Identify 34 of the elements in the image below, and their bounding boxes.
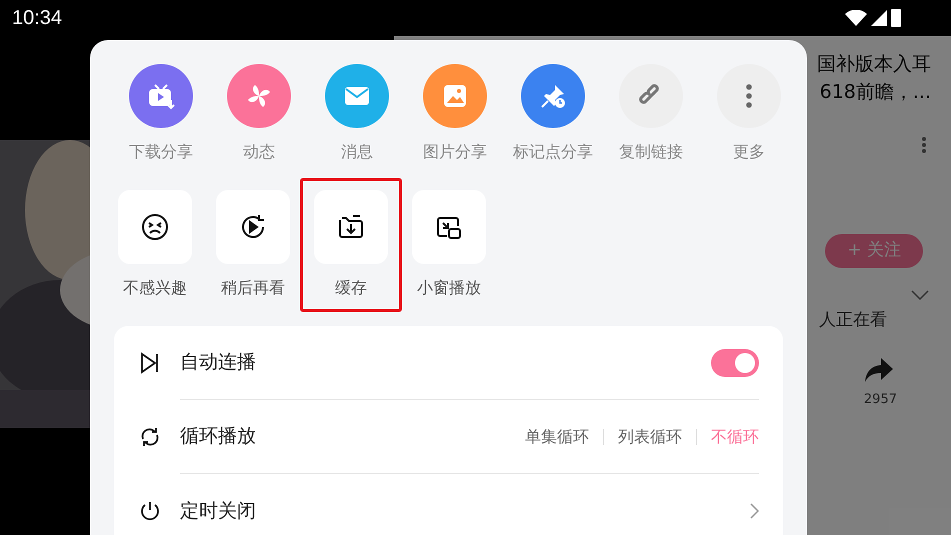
- share-target[interactable]: 复制链接: [602, 64, 700, 164]
- action-button[interactable]: 不感兴趣: [118, 190, 192, 300]
- toggle-switch[interactable]: [711, 348, 759, 376]
- share-target[interactable]: 消息: [308, 64, 406, 164]
- viewer-count: 人正在看: [819, 309, 887, 332]
- loop-option[interactable]: 不循环: [711, 424, 759, 448]
- status-time: 10:34: [12, 6, 62, 31]
- signal-icon: [871, 10, 887, 26]
- setting-label: 自动连播: [180, 350, 257, 376]
- action-button[interactable]: 小窗播放: [412, 190, 486, 300]
- loop-option[interactable]: 列表循环: [618, 424, 682, 448]
- chevron-right-icon[interactable]: [749, 503, 759, 519]
- share-target[interactable]: 动态: [210, 64, 308, 164]
- loop-option[interactable]: 单集循环: [525, 424, 589, 448]
- share-target[interactable]: 更多: [700, 64, 798, 164]
- power-icon: [138, 499, 162, 523]
- share-target[interactable]: 标记点分享: [504, 64, 602, 164]
- video-title-line: 618前瞻，...: [820, 80, 931, 105]
- share-count: 2957: [864, 390, 897, 408]
- battery-icon: [891, 9, 901, 27]
- video-title-line: 国补版本入耳: [817, 52, 931, 77]
- share-target[interactable]: 图片分享: [406, 64, 504, 164]
- action-button[interactable]: 缓存: [314, 190, 388, 300]
- action-button[interactable]: 稍后再看: [216, 190, 290, 300]
- share-arrow-icon[interactable]: [863, 356, 895, 384]
- setting-label: 定时关闭: [180, 498, 257, 524]
- more-icon: [746, 82, 752, 110]
- more-icon[interactable]: [921, 136, 927, 154]
- sad-face-icon: [139, 211, 171, 243]
- wifi-icon: [845, 10, 867, 26]
- follow-button[interactable]: + 关注: [825, 234, 923, 268]
- setting-label: 循环播放: [180, 424, 257, 450]
- share-target[interactable]: 下载分享: [112, 64, 210, 164]
- chevron-down-icon[interactable]: [911, 290, 929, 300]
